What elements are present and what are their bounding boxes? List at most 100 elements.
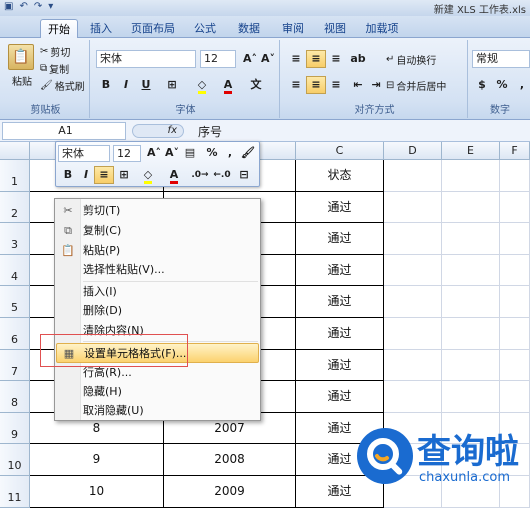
align-left-icon[interactable]: ≡	[286, 76, 306, 94]
menu-item-copy[interactable]: ⧉ 复制(C)	[56, 221, 259, 241]
align-bottom-icon[interactable]: ≡	[326, 50, 346, 68]
mini-comma-icon[interactable]: ,	[220, 144, 240, 162]
redo-icon[interactable]: ↷	[34, 1, 42, 12]
tab-data[interactable]: 数据	[232, 19, 266, 38]
format-painter-button[interactable]: 🖌 格式刷	[40, 78, 85, 93]
mini-fill-color-icon[interactable]: ◇	[138, 166, 158, 184]
row-header[interactable]: 9	[0, 412, 30, 445]
percent-icon[interactable]: %	[492, 76, 512, 94]
cell-a[interactable]: 10	[30, 476, 164, 508]
column-header-c[interactable]: C	[296, 142, 384, 160]
cell-e[interactable]	[442, 223, 500, 255]
font-name-select[interactable]: 宋体	[96, 50, 196, 68]
border-icon[interactable]: ⊞	[162, 76, 182, 94]
increase-indent-icon[interactable]: ⇥	[366, 76, 386, 94]
row-header[interactable]: 11	[0, 476, 30, 508]
decrease-indent-icon[interactable]: ⇤	[348, 76, 368, 94]
bold-icon[interactable]: B	[96, 76, 116, 94]
cell-d[interactable]	[384, 349, 442, 382]
name-box[interactable]: A1	[2, 122, 126, 140]
select-all-corner[interactable]	[0, 142, 30, 160]
tab-home[interactable]: 开始	[40, 19, 78, 38]
paste-icon[interactable]: 📋	[8, 44, 34, 70]
align-top-icon[interactable]: ≡	[286, 50, 306, 68]
cell-c[interactable]: 通过	[296, 223, 384, 255]
row-header[interactable]: 3	[0, 223, 30, 255]
underline-icon[interactable]: U	[136, 76, 156, 94]
shrink-font-icon[interactable]: A˅	[258, 50, 278, 68]
cut-button[interactable]: ✂ 剪切	[40, 44, 70, 59]
row-header[interactable]: 10	[0, 444, 30, 476]
paste-button[interactable]: 粘贴	[12, 73, 32, 88]
cell-c[interactable]: 通过	[296, 381, 384, 413]
cell-f[interactable]	[500, 286, 530, 318]
mini-center-icon[interactable]: ≡	[94, 166, 114, 184]
fill-color-icon[interactable]: ◇	[192, 76, 212, 94]
row-header[interactable]: 1	[0, 160, 30, 192]
menu-item-delete[interactable]: 删除(D)	[56, 301, 259, 321]
cell-e[interactable]	[442, 318, 500, 350]
cell-e[interactable]	[442, 160, 500, 192]
cell-d[interactable]	[384, 191, 442, 224]
merge-center-button[interactable]: ⊟ 合并后居中	[386, 78, 446, 93]
tab-addins[interactable]: 加载项	[360, 19, 404, 38]
mini-border-icon[interactable]: ⊞	[114, 166, 134, 184]
tab-insert[interactable]: 插入	[84, 19, 118, 38]
menu-item-paste-special[interactable]: 选择性粘贴(V)...	[56, 260, 259, 280]
cell-f[interactable]	[500, 223, 530, 255]
row-header[interactable]: 4	[0, 254, 30, 287]
row-header[interactable]: 6	[0, 318, 30, 350]
formula-input[interactable]: 序号	[198, 123, 222, 140]
mini-bold-icon[interactable]: B	[58, 166, 78, 184]
font-color-icon[interactable]: A	[218, 76, 238, 94]
mini-format-painter-icon[interactable]: 🖌	[238, 144, 258, 162]
mini-percent-icon[interactable]: %	[202, 144, 222, 162]
cell-f[interactable]	[500, 254, 530, 287]
menu-item-cut[interactable]: ✂ 剪切(T)	[56, 201, 259, 221]
cell-c[interactable]: 通过	[296, 254, 384, 287]
customize-qat-icon[interactable]: ▾	[48, 1, 53, 12]
row-header[interactable]: 7	[0, 349, 30, 382]
tab-view[interactable]: 视图	[318, 19, 352, 38]
cell-c[interactable]: 通过	[296, 286, 384, 318]
row-header[interactable]: 8	[0, 381, 30, 413]
column-header-d[interactable]: D	[384, 142, 442, 160]
menu-item-insert[interactable]: 插入(I)	[56, 282, 259, 302]
cell-f[interactable]	[500, 191, 530, 224]
cell-b[interactable]: 2009	[164, 476, 296, 508]
orientation-icon[interactable]: ab	[348, 50, 368, 68]
tab-review[interactable]: 审阅	[276, 19, 310, 38]
wrap-text-button[interactable]: ↵ 自动换行	[386, 52, 436, 67]
copy-button[interactable]: ⧉ 复制	[40, 61, 69, 76]
menu-item-hide[interactable]: 隐藏(H)	[56, 382, 259, 402]
row-header[interactable]: 5	[0, 286, 30, 318]
cell-c[interactable]: 通过	[296, 318, 384, 350]
cell-d[interactable]	[384, 160, 442, 192]
cell-f[interactable]	[500, 160, 530, 192]
align-right-icon[interactable]: ≡	[326, 76, 346, 94]
cell-c[interactable]: 通过	[296, 191, 384, 224]
mini-number-format-icon[interactable]: ▤	[180, 144, 200, 162]
align-center-icon[interactable]: ≡	[306, 76, 326, 94]
cell-f[interactable]	[500, 318, 530, 350]
column-header-e[interactable]: E	[442, 142, 500, 160]
mini-font-color-icon[interactable]: A	[164, 166, 184, 184]
mini-decrease-decimal-icon[interactable]: ←.0	[212, 166, 232, 184]
mini-size-select[interactable]: 12	[113, 145, 141, 162]
undo-icon[interactable]: ↶	[19, 1, 27, 12]
number-format-select[interactable]: 常规	[472, 50, 530, 68]
menu-item-paste[interactable]: 📋 粘贴(P)	[56, 241, 259, 261]
mini-italic-icon[interactable]: I	[76, 166, 96, 184]
fx-icon[interactable]: fx	[132, 124, 184, 138]
cell-d[interactable]	[384, 223, 442, 255]
cell-d[interactable]	[384, 318, 442, 350]
cell-c[interactable]: 通过	[296, 349, 384, 382]
cell-d[interactable]	[384, 254, 442, 287]
cell-e[interactable]	[442, 381, 500, 413]
mini-increase-decimal-icon[interactable]: .0→	[190, 166, 210, 184]
row-header[interactable]: 2	[0, 191, 30, 224]
cell-f[interactable]	[500, 381, 530, 413]
mini-grow-font-icon[interactable]: A˄	[144, 144, 164, 162]
tab-formulas[interactable]: 公式	[188, 19, 222, 38]
menu-item-unhide[interactable]: 取消隐藏(U)	[56, 401, 259, 421]
